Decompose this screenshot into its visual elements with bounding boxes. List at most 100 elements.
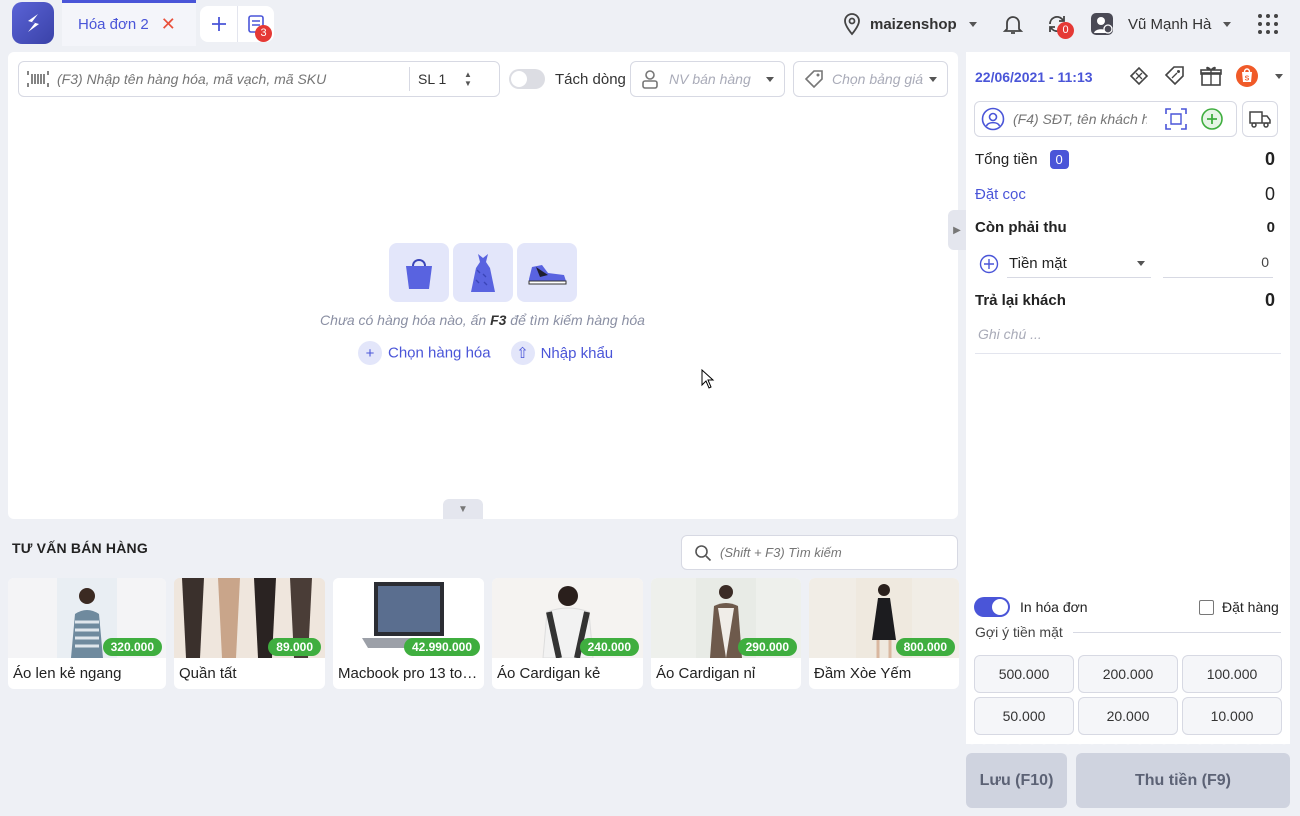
cash-suggestion-button[interactable]: 500.000 [974, 655, 1074, 693]
empty-state-actions: + Chọn hàng hóa ⇧ Nhập khẩu [358, 341, 613, 365]
empty-message-prefix: Chưa có hàng hóa nào, ấn [320, 312, 487, 328]
deposit-link[interactable]: Đặt cọc [975, 186, 1026, 203]
payment-method-select[interactable]: Tiền mặt [1007, 250, 1151, 278]
product-card[interactable]: 290.000 Áo Cardigan nỉ [651, 578, 801, 689]
product-card[interactable]: 320.000 Áo len kẻ ngang [8, 578, 166, 689]
user-circle-icon [981, 107, 1005, 131]
user-avatar-icon [1091, 13, 1113, 35]
sync-button[interactable]: 0 [1045, 8, 1074, 40]
scan-qr-icon[interactable] [1165, 108, 1187, 130]
add-payment-icon[interactable] [979, 254, 999, 274]
close-tab-icon[interactable]: ✕ [161, 14, 176, 35]
product-image: 320.000 [8, 578, 166, 658]
barcode-icon [27, 71, 49, 87]
product-name: Quần tất [179, 665, 237, 682]
deposit-row: Đặt cọc 0 [975, 183, 1275, 205]
cash-suggestion-button[interactable]: 50.000 [974, 697, 1074, 735]
empty-state-message: Chưa có hàng hóa nào, ấn F3 để tìm kiếm … [260, 312, 705, 328]
split-line-switch[interactable] [509, 69, 545, 89]
notifications-button[interactable] [1001, 8, 1025, 40]
suggest-search-input[interactable] [720, 545, 950, 560]
quantity-field[interactable]: SL 1 [418, 71, 464, 87]
pre-order-checkbox[interactable]: Đặt hàng [1199, 599, 1279, 615]
store-name: maizenshop [870, 15, 957, 33]
svg-text:S: S [1245, 76, 1250, 83]
add-tab-button[interactable] [200, 6, 237, 42]
total-label: Tổng tiền [975, 150, 1038, 168]
save-button[interactable]: Lưu (F10) [966, 753, 1067, 808]
remaining-row: Còn phải thu 0 [975, 216, 1275, 238]
product-card[interactable]: 240.000 Áo Cardigan kẻ [492, 578, 643, 689]
product-card[interactable]: 42.990.000 Macbook pro 13 touchbar [333, 578, 484, 689]
gift-icon[interactable] [1199, 64, 1223, 88]
remaining-value: 0 [1266, 218, 1275, 236]
tab-invoice-2[interactable]: Hóa đơn 2 ✕ [62, 0, 196, 46]
discount-tag-icon[interactable] [1163, 64, 1187, 88]
user-name: Vũ Mạnh Hà [1128, 15, 1212, 33]
drafts-badge: 3 [255, 25, 272, 42]
collapse-side-panel-button[interactable]: ▶ [948, 210, 966, 250]
cash-suggestion-button[interactable]: 20.000 [1078, 697, 1178, 735]
print-invoice-label: In hóa đơn [1020, 599, 1088, 615]
product-name: Áo Cardigan kẻ [497, 665, 601, 682]
payment-method-label: Tiền mặt [1009, 255, 1067, 272]
change-row: Trả lại khách 0 [975, 289, 1275, 311]
apps-menu-button[interactable] [1257, 8, 1279, 40]
product-price: 800.000 [895, 638, 955, 656]
delivery-truck-icon [1249, 111, 1271, 128]
bell-icon [1002, 16, 1024, 34]
note-input[interactable]: Ghi chú ... [978, 326, 1042, 342]
delivery-button[interactable] [1242, 101, 1278, 137]
choose-products-button[interactable]: + Chọn hàng hóa [358, 341, 491, 365]
order-datetime[interactable]: 22/06/2021 - 11:13 [975, 69, 1093, 85]
product-card[interactable]: 89.000 Quần tất [174, 578, 325, 689]
receipt-edge [966, 738, 1290, 750]
store-selector[interactable]: maizenshop [842, 8, 977, 40]
sync-badge: 0 [1057, 22, 1074, 39]
customer-search-input[interactable] [1013, 111, 1147, 127]
cash-suggestion-button[interactable]: 100.000 [1182, 655, 1282, 693]
staff-select[interactable]: NV bán hàng [630, 61, 785, 97]
import-label: Nhập khẩu [540, 345, 614, 362]
price-tag-icon [804, 70, 823, 89]
plus-icon: + [358, 341, 382, 365]
logo-icon [28, 14, 39, 32]
cash-suggestion-button[interactable]: 10.000 [1182, 697, 1282, 735]
product-price: 89.000 [268, 638, 321, 656]
chevron-down-icon [1137, 261, 1145, 266]
payment-amount-input[interactable]: 0 [1163, 250, 1273, 278]
product-price: 42.990.000 [403, 638, 480, 656]
chevron-down-icon[interactable] [1275, 73, 1283, 79]
user-menu[interactable]: Vũ Mạnh Hà [1090, 8, 1232, 40]
split-line-toggle[interactable]: Tách dòng [509, 69, 626, 89]
total-value: 0 [1264, 148, 1275, 169]
app-logo[interactable] [12, 2, 54, 44]
split-line-label: Tách dòng [555, 70, 626, 88]
add-customer-icon[interactable] [1201, 108, 1223, 130]
product-image: 42.990.000 [333, 578, 484, 658]
drafts-button[interactable]: 3 [237, 6, 274, 42]
sneaker-icon [517, 243, 577, 302]
collapse-suggest-button[interactable]: ▼ [443, 499, 483, 519]
note-divider [975, 353, 1281, 354]
product-card[interactable]: 800.000 Đầm Xòe Yếm [809, 578, 959, 689]
pre-order-label: Đặt hàng [1222, 599, 1279, 615]
import-button[interactable]: ⇧ Nhập khẩu [510, 341, 614, 365]
coupon-icon[interactable] [1127, 64, 1151, 88]
quantity-stepper[interactable]: ▲ ▼ [464, 70, 472, 88]
checkbox[interactable] [1199, 599, 1214, 615]
price-list-placeholder: Chọn bảng giá [832, 71, 923, 87]
upload-icon: ⇧ [510, 341, 535, 365]
suggest-section-title: TƯ VẤN BÁN HÀNG [12, 540, 148, 556]
cash-suggestion-button[interactable]: 200.000 [1078, 655, 1178, 693]
shopee-icon[interactable]: S [1235, 64, 1259, 88]
price-list-select[interactable]: Chọn bảng giá [793, 61, 948, 97]
product-search-input[interactable] [57, 71, 407, 87]
print-invoice-toggle[interactable]: In hóa đơn [974, 597, 1088, 617]
grid-menu-icon [1258, 14, 1278, 34]
checkout-button[interactable]: Thu tiền (F9) [1076, 753, 1290, 808]
empty-message-key: F3 [490, 312, 507, 328]
product-name: Áo len kẻ ngang [13, 665, 122, 682]
print-invoice-switch[interactable] [974, 597, 1010, 617]
product-image: 290.000 [651, 578, 801, 658]
